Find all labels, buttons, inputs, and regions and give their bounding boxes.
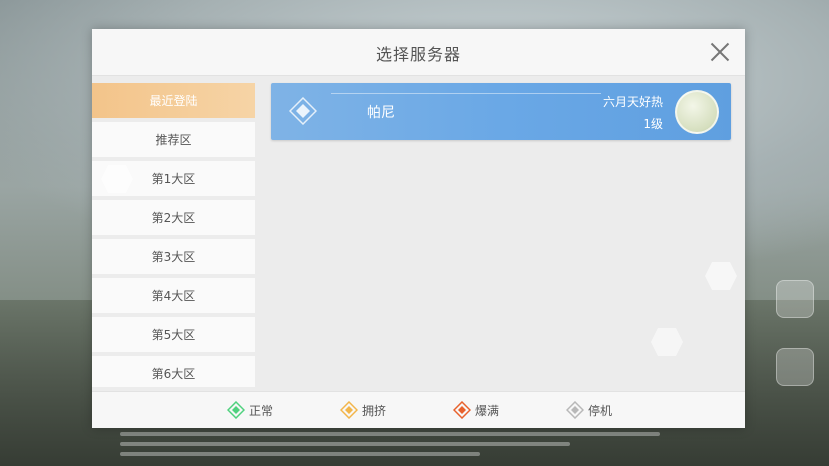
diamond-icon (289, 97, 317, 125)
modal-title: 选择服务器 (375, 45, 461, 64)
sidebar-item-recent[interactable]: 最近登陆 (92, 83, 255, 118)
legend-maintenance: 停机 (566, 401, 612, 419)
legend-label: 停机 (588, 403, 613, 418)
hexagon-decoration (101, 165, 133, 193)
sidebar-item-region-6[interactable]: 第6大区 (92, 356, 255, 387)
sidebar-item-region-4[interactable]: 第4大区 (92, 278, 255, 313)
card-decoration-line (331, 93, 601, 94)
region-sidebar: 最近登陆 推荐区 第1大区 第2大区 第3大区 第4大区 第5大区 第6大区 (92, 83, 255, 387)
sidebar-item-region-2[interactable]: 第2大区 (92, 200, 255, 235)
legend-label: 正常 (249, 403, 274, 418)
background-footer-text (120, 432, 720, 462)
hexagon-decoration (705, 262, 737, 290)
modal-header: 选择服务器 (92, 29, 745, 76)
close-button[interactable] (707, 39, 733, 65)
player-name: 六月天好热 (602, 95, 663, 109)
diamond-icon (566, 401, 584, 419)
legend-label: 爆满 (475, 403, 500, 418)
server-select-modal: 选择服务器 最近登陆 推荐区 第1大区 第2大区 第3大区 第4大区 第5大区 … (92, 29, 745, 428)
player-level: 1级 (643, 117, 663, 131)
sidebar-item-region-5[interactable]: 第5大区 (92, 317, 255, 352)
legend-full: 爆满 (453, 401, 499, 419)
sidebar-item-recommended[interactable]: 推荐区 (92, 122, 255, 157)
background-side-button (776, 280, 814, 318)
diamond-icon (453, 401, 471, 419)
player-avatar (675, 90, 719, 134)
diamond-icon (227, 401, 245, 419)
server-card[interactable]: 帕尼 六月天好热 1级 (271, 83, 731, 140)
server-name: 帕尼 (367, 105, 395, 121)
legend-crowded: 拥挤 (340, 401, 386, 419)
status-legend: 正常 拥挤 爆满 停机 (92, 391, 745, 428)
diamond-icon (340, 401, 358, 419)
sidebar-item-region-3[interactable]: 第3大区 (92, 239, 255, 274)
legend-normal: 正常 (227, 401, 273, 419)
legend-label: 拥挤 (362, 403, 387, 418)
background-side-button (776, 348, 814, 386)
hexagon-decoration (651, 328, 683, 356)
